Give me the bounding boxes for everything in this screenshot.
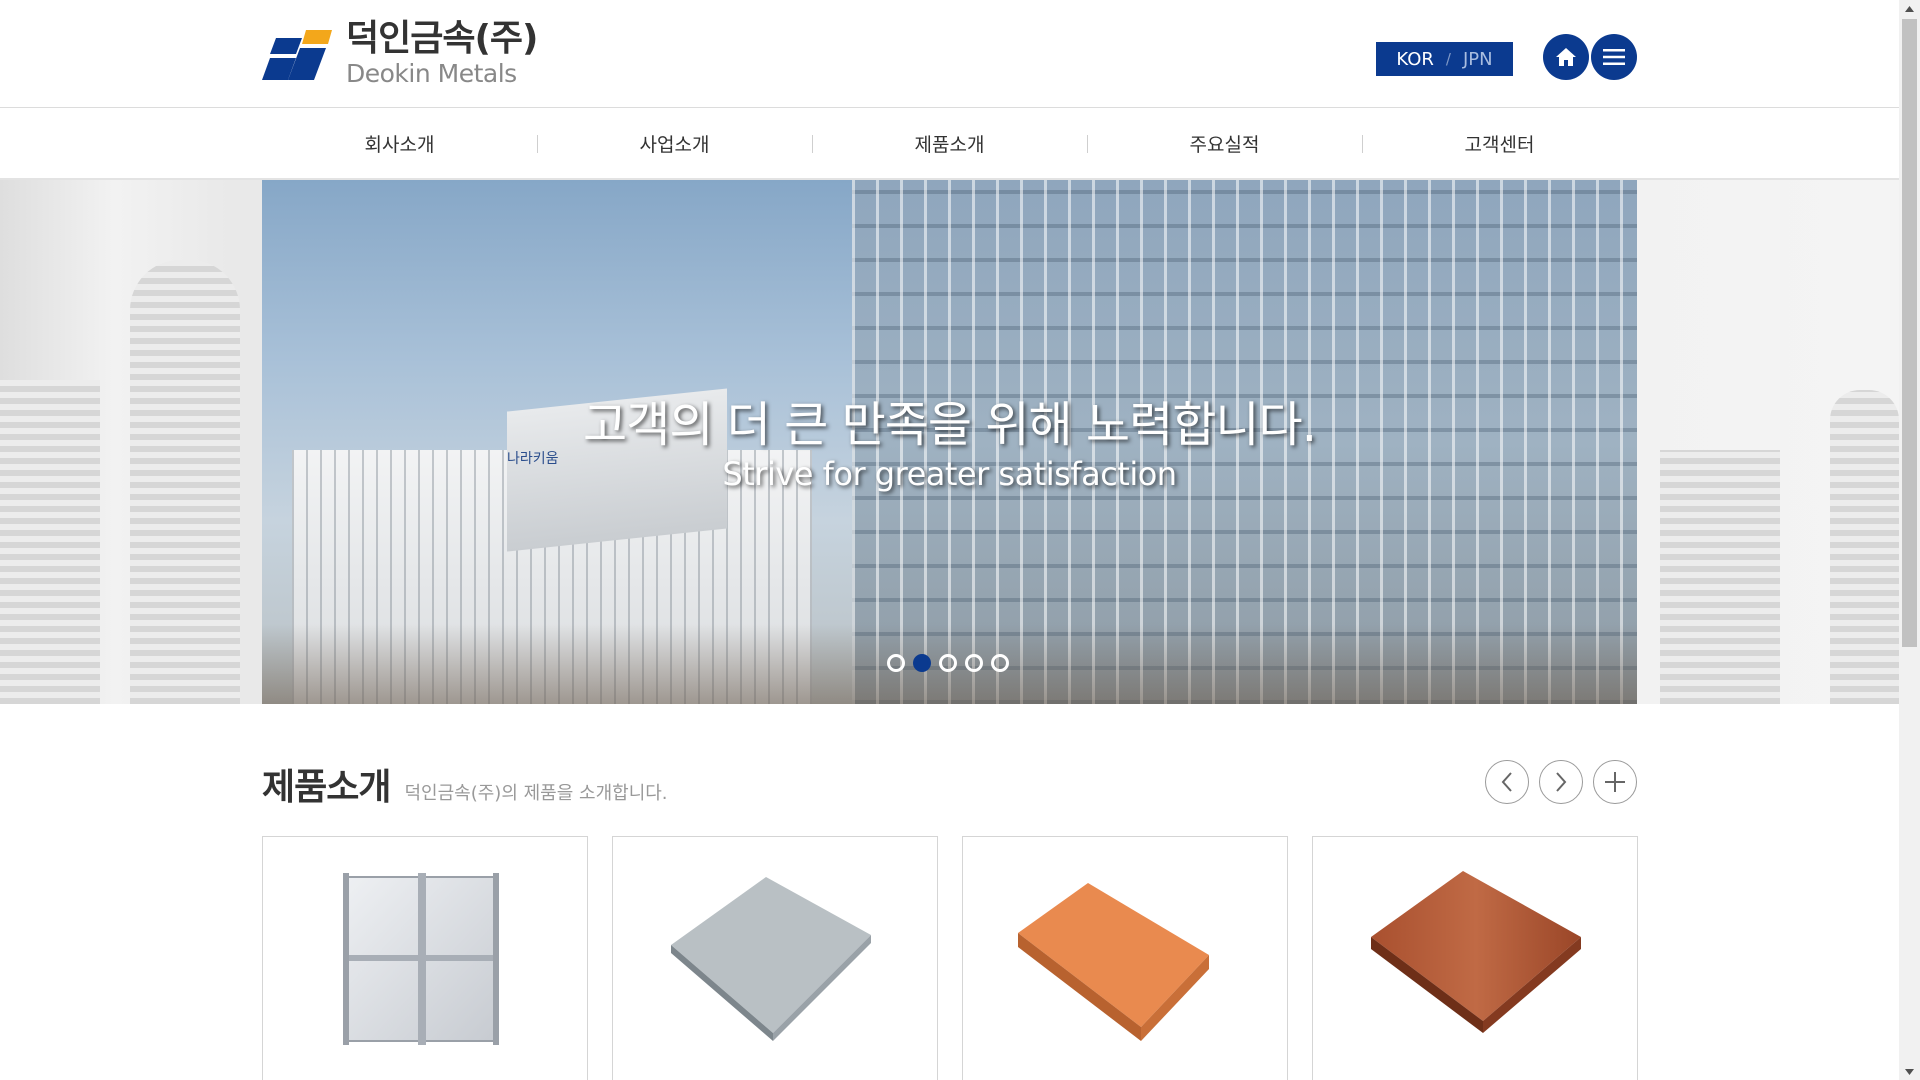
nav-item-support[interactable]: 고객센터 [1362,108,1637,178]
slide-dot-3[interactable] [939,654,957,672]
silver-panel-frame-image [343,873,499,1045]
page-scrollbar[interactable] [1899,0,1920,1080]
orange-panel-image [1018,883,1209,1041]
visual-headline: 고객의 더 큰 만족을 위해 노력합니다. [583,397,1317,453]
background-tower-right [1830,390,1899,704]
lang-jpn-link[interactable]: JPN [1463,49,1493,70]
product-card-1[interactable] [262,836,588,1080]
nav-item-projects[interactable]: 주요실적 [1087,108,1362,178]
logo-mark-icon [262,30,332,80]
hamburger-menu-icon [1603,49,1625,65]
main-visual-slide: 나라키움 고객의 더 큰 만족을 위해 노력합니다. Strive for gr… [262,180,1637,704]
products-section-header: 제품소개 덕인금속(주)의 제품을 소개합니다. [262,758,668,810]
scroll-down-arrow-icon[interactable] [1899,1063,1920,1080]
nav-item-business[interactable]: 사업소개 [537,108,812,178]
scroll-up-arrow-icon[interactable] [1899,0,1920,17]
background-tower-left [130,260,240,704]
product-card-4[interactable] [1312,836,1638,1080]
products-next-button[interactable] [1539,760,1583,804]
nav-item-products[interactable]: 제품소개 [812,108,1087,178]
slide-dot-2[interactable] [913,654,931,672]
page: 덕인금속(주) Deokin Metals KOR / JPN 회사소개 사업소… [0,0,1920,1080]
menu-button[interactable] [1591,34,1637,80]
site-header: 덕인금속(주) Deokin Metals KOR / JPN [0,0,1899,108]
scrollbar-thumb[interactable] [1902,19,1917,647]
woodgrain-panel-image [1371,871,1581,1033]
slide-dot-1[interactable] [887,654,905,672]
gray-textured-panel-image [671,877,871,1041]
product-card-3[interactable] [962,836,1288,1080]
nav-item-company[interactable]: 회사소개 [262,108,537,178]
home-button[interactable] [1543,34,1589,80]
logo-text: 덕인금속(주) Deokin Metals [346,17,539,88]
lang-kor-link[interactable]: KOR [1396,49,1434,70]
logo-name-ko: 덕인금속(주) [346,17,539,59]
background-building-left [0,380,100,704]
chevron-left-icon [1501,772,1512,792]
visual-subline: Strive for greater satisfaction [722,455,1177,493]
logo-name-en: Deokin Metals [346,58,517,88]
products-more-button[interactable] [1593,760,1637,804]
slide-pagination [887,654,1017,672]
home-icon [1556,48,1576,66]
main-navigation: 회사소개 사업소개 제품소개 주요실적 고객센터 [262,108,1637,178]
slide-dot-5[interactable] [991,654,1009,672]
lang-separator: / [1445,50,1451,68]
language-switch: KOR / JPN [1376,42,1513,76]
slide-dot-4[interactable] [965,654,983,672]
chevron-right-icon [1556,772,1567,792]
background-building-right [1660,450,1780,704]
products-title: 제품소개 [262,767,391,808]
products-subtitle: 덕인금속(주)의 제품을 소개합니다. [404,783,668,804]
product-card-2[interactable] [612,836,938,1080]
products-prev-button[interactable] [1485,760,1529,804]
logo[interactable]: 덕인금속(주) Deokin Metals [262,17,539,88]
plus-icon [1605,772,1625,792]
